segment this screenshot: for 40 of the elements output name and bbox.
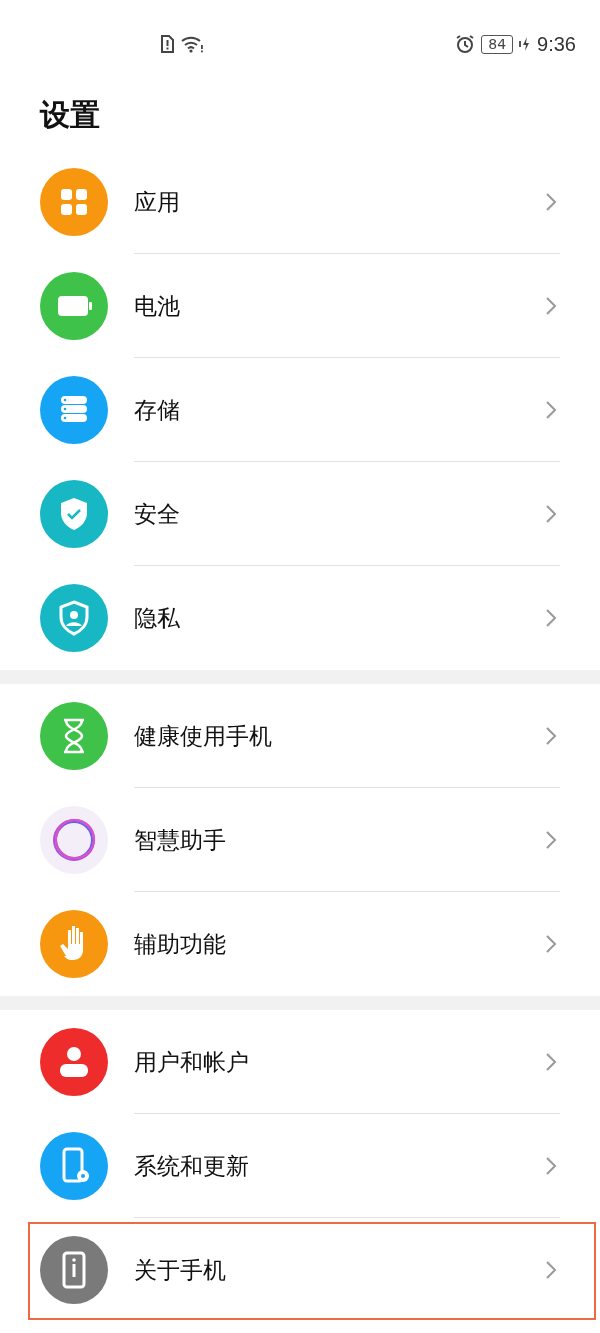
chevron-icon xyxy=(544,1051,558,1073)
settings-item[interactable]: 关于手机 xyxy=(0,1218,600,1322)
wifi-icon xyxy=(180,35,204,53)
charging-icon xyxy=(519,35,532,53)
page-title: 设置 xyxy=(40,96,101,134)
chevron-icon xyxy=(544,1155,558,1177)
settings-item[interactable]: 隐私 xyxy=(0,566,600,670)
item-label: 用户和帐户 xyxy=(134,1047,250,1077)
alarm-icon xyxy=(455,34,476,54)
settings-item[interactable]: 应用 xyxy=(0,150,600,254)
item-label: 电池 xyxy=(134,291,181,321)
item-label: 隐私 xyxy=(134,603,181,633)
settings-item[interactable]: 用户和帐户 xyxy=(0,1010,600,1114)
settings-item[interactable]: 安全 xyxy=(0,462,600,566)
chevron-icon xyxy=(544,399,558,421)
item-label: 应用 xyxy=(134,187,181,217)
item-label: 存储 xyxy=(134,395,181,425)
chevron-icon xyxy=(544,503,558,525)
clock: 9:36 xyxy=(537,32,576,56)
sim-alert-icon xyxy=(160,35,174,53)
settings-item[interactable]: 电池 xyxy=(0,254,600,358)
chevron-icon xyxy=(544,295,558,317)
chevron-icon xyxy=(544,607,558,629)
settings-item[interactable]: 健康使用手机 xyxy=(0,684,600,788)
battery-level: 84 xyxy=(481,34,514,54)
chevron-icon xyxy=(544,829,558,851)
chevron-icon xyxy=(544,725,558,747)
settings-item[interactable]: 系统和更新 xyxy=(0,1114,600,1218)
item-label: 辅助功能 xyxy=(134,929,227,959)
chevron-icon xyxy=(544,933,558,955)
item-label: 关于手机 xyxy=(134,1255,227,1285)
settings-item[interactable]: 存储 xyxy=(0,358,600,462)
chevron-icon xyxy=(544,191,558,213)
settings-item[interactable]: 辅助功能 xyxy=(0,892,600,996)
item-label: 健康使用手机 xyxy=(134,721,273,751)
chevron-icon xyxy=(544,1259,558,1281)
settings-item[interactable]: 智慧助手 xyxy=(0,788,600,892)
item-label: 智慧助手 xyxy=(134,825,227,855)
item-label: 安全 xyxy=(134,499,181,529)
item-label: 系统和更新 xyxy=(134,1151,250,1181)
